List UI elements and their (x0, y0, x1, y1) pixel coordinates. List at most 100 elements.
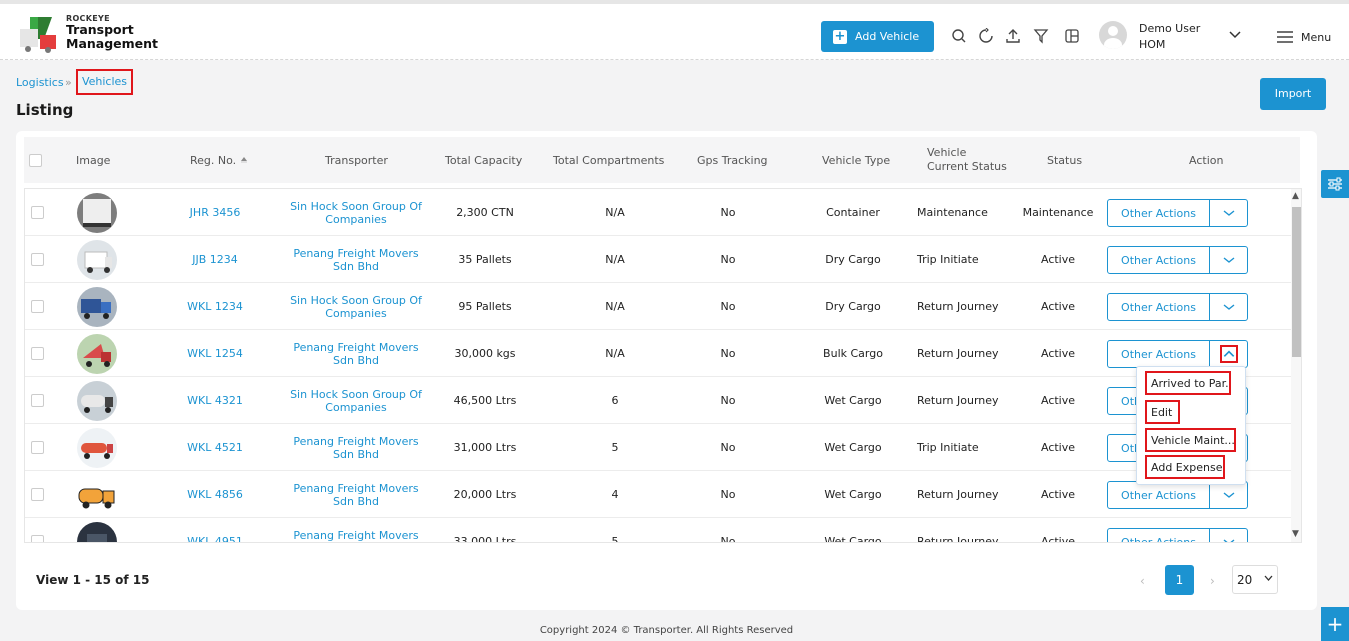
scroll-up-arrow[interactable]: ▲ (1292, 191, 1299, 201)
other-actions-group: Other Actions (1107, 528, 1248, 542)
reg-no-link[interactable]: WKL 4951 (165, 518, 265, 542)
row-checkbox-cell (30, 189, 44, 236)
select-all-checkbox[interactable] (29, 153, 42, 167)
other-actions-button[interactable]: Other Actions (1108, 247, 1210, 273)
columns-icon[interactable] (1064, 28, 1080, 44)
add-fab-button[interactable]: + (1321, 607, 1349, 641)
row-checkbox[interactable] (30, 488, 44, 501)
total-capacity: 20,000 Ltrs (453, 488, 517, 501)
vehicle-current-status: Trip Initiate (917, 253, 979, 266)
other-actions-toggle[interactable] (1210, 529, 1247, 542)
other-actions-toggle[interactable] (1210, 200, 1247, 226)
page-size-value: 20 (1237, 572, 1253, 587)
other-actions-button[interactable]: Other Actions (1108, 294, 1210, 320)
row-checkbox[interactable] (30, 441, 44, 454)
reg-no-link[interactable]: JJB 1234 (165, 236, 265, 283)
refresh-icon[interactable] (978, 28, 994, 44)
vehicle-image-cell (77, 189, 117, 236)
import-button[interactable]: Import (1260, 78, 1326, 110)
menu-item-vehicle-maintenance[interactable]: Vehicle Maint... (1145, 428, 1236, 452)
menu-item-edit[interactable]: Edit (1145, 400, 1180, 424)
row-checkbox-cell (30, 424, 44, 471)
upload-icon[interactable] (1005, 28, 1021, 44)
transporter-link[interactable]: Sin Hock Soon Group Of Companies (290, 283, 422, 330)
chevron-down-icon[interactable] (1228, 30, 1242, 40)
vehicle-image-cell (77, 283, 117, 330)
reg-no-link[interactable]: WKL 1234 (165, 283, 265, 330)
col-reg-no[interactable]: Reg. No. (190, 137, 249, 183)
gps-tracking: No (720, 441, 736, 454)
scrollbar-thumb[interactable] (1292, 207, 1301, 357)
other-actions-group: Other Actions (1107, 340, 1248, 368)
other-actions-button[interactable]: Other Actions (1108, 200, 1210, 226)
breadcrumb-vehicles[interactable]: Vehicles (76, 69, 133, 95)
other-actions-toggle[interactable] (1210, 247, 1247, 273)
add-vehicle-button[interactable]: + Add Vehicle (821, 21, 934, 52)
row-checkbox[interactable] (30, 206, 44, 219)
table-row: JHR 3456 Sin Hock Soon Group Of Companie… (25, 189, 1291, 236)
menu-item-add-expense[interactable]: Add Expense (1145, 455, 1225, 479)
transporter-link[interactable]: Penang Freight Movers Sdn Bhd (290, 424, 422, 471)
row-checkbox[interactable] (30, 253, 44, 266)
table-row: WKL 4951 Penang Freight Movers Sdn Bhd 3… (25, 518, 1291, 543)
page-size-select[interactable]: 20 (1232, 565, 1278, 594)
transporter-link[interactable]: Penang Freight Movers Sdn Bhd (290, 330, 422, 377)
other-actions-button[interactable]: Other Actions (1108, 341, 1210, 367)
pagination-current-page[interactable]: 1 (1165, 565, 1194, 595)
menu-item-arrived-to-parking[interactable]: Arrived to Par... (1145, 371, 1231, 395)
filter-icon[interactable] (1033, 28, 1049, 44)
other-actions-toggle[interactable] (1210, 294, 1247, 320)
transporter-link[interactable]: Penang Freight Movers Sdn Bhd (290, 518, 422, 543)
reg-no-link[interactable]: WKL 4856 (165, 471, 265, 518)
transporter-link[interactable]: Penang Freight Movers Sdn Bhd (290, 471, 422, 518)
total-capacity: 95 Pallets (458, 300, 512, 313)
row-checkbox[interactable] (30, 535, 44, 542)
total-compartments: N/A (605, 206, 625, 219)
chevron-up-icon (1219, 345, 1238, 363)
reg-no-link[interactable]: WKL 4321 (165, 377, 265, 424)
gps-tracking: No (720, 347, 736, 360)
settings-sliders-button[interactable] (1321, 170, 1349, 198)
sliders-icon (1328, 177, 1342, 191)
row-checkbox[interactable] (30, 300, 44, 313)
total-capacity: 33,000 Ltrs (453, 535, 517, 543)
total-capacity: 2,300 CTN (456, 206, 514, 219)
avatar[interactable] (1099, 21, 1127, 49)
total-compartments: N/A (605, 347, 625, 360)
scroll-down-arrow[interactable]: ▼ (1292, 529, 1299, 539)
reg-no-link[interactable]: WKL 1254 (165, 330, 265, 377)
gps-tracking: No (720, 206, 736, 219)
vehicle-type: Dry Cargo (825, 300, 881, 313)
vehicle-image-cell (77, 377, 117, 424)
other-actions-button[interactable]: Other Actions (1108, 482, 1210, 508)
total-capacity: 35 Pallets (458, 253, 512, 266)
transporter-link[interactable]: Sin Hock Soon Group Of Companies (290, 189, 422, 236)
other-actions-button[interactable]: Other Actions (1108, 529, 1210, 542)
other-actions-toggle[interactable] (1210, 482, 1247, 508)
vehicle-image (77, 333, 117, 374)
vehicle-image-cell (77, 236, 117, 283)
plus-icon: + (833, 28, 847, 44)
sort-icon[interactable] (239, 155, 249, 165)
row-checkbox[interactable] (30, 347, 44, 360)
reg-no-link[interactable]: JHR 3456 (165, 189, 265, 236)
other-actions-toggle[interactable] (1210, 341, 1247, 367)
breadcrumb-logistics[interactable]: Logistics (16, 76, 64, 89)
table-row: WKL 4521 Penang Freight Movers Sdn Bhd 3… (25, 424, 1291, 471)
menu-label[interactable]: Menu (1301, 31, 1331, 44)
transporter-link[interactable]: Sin Hock Soon Group Of Companies (290, 377, 422, 424)
hamburger-icon[interactable] (1277, 31, 1293, 43)
reg-no-link[interactable]: WKL 4521 (165, 424, 265, 471)
row-checkbox[interactable] (30, 394, 44, 407)
pagination-next[interactable]: › (1210, 574, 1215, 588)
vehicle-image-cell (77, 424, 117, 471)
row-checkbox-cell (30, 283, 44, 330)
search-icon[interactable] (951, 28, 967, 44)
gps-tracking: No (720, 535, 736, 543)
total-compartments: 4 (611, 488, 619, 501)
scrollbar[interactable]: ▲ ▼ (1291, 189, 1301, 542)
transporter-link[interactable]: Penang Freight Movers Sdn Bhd (290, 236, 422, 283)
total-capacity: 46,500 Ltrs (453, 394, 517, 407)
pagination-prev[interactable]: ‹ (1140, 574, 1145, 588)
col-gps-tracking: Gps Tracking (697, 153, 768, 167)
